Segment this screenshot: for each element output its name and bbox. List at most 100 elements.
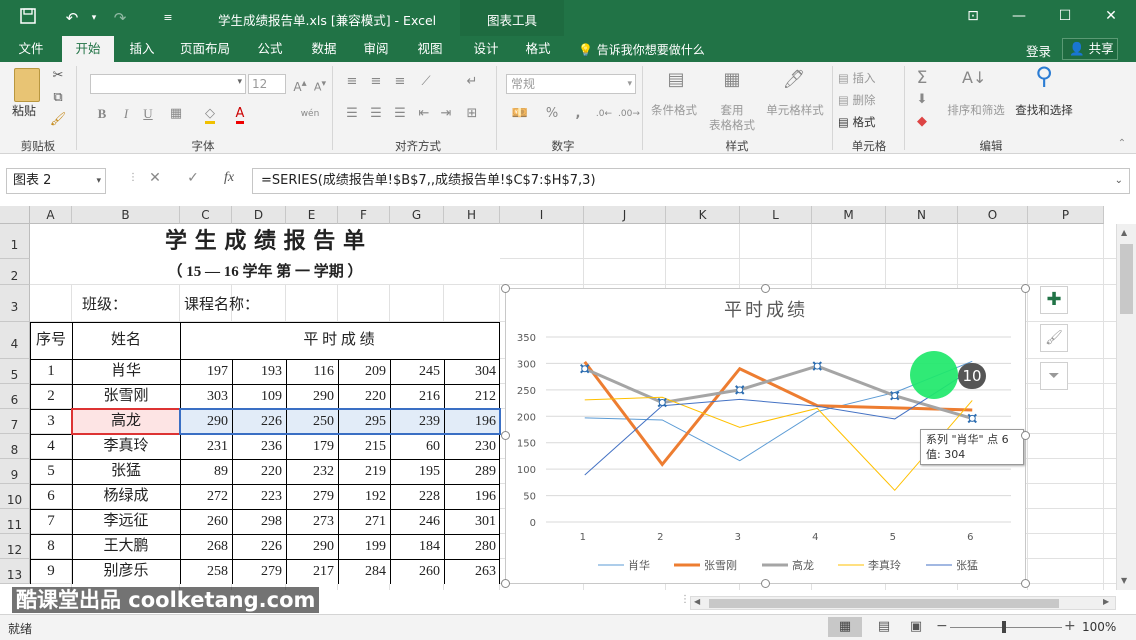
score-cell[interactable]: 223 (232, 484, 286, 509)
insert-function-icon[interactable]: fx (214, 170, 244, 186)
score-cell[interactable]: 236 (232, 434, 286, 459)
sheet-title[interactable]: 学 生 成 绩 报 告 单 (30, 224, 500, 259)
align-middle-icon[interactable]: ≡ (366, 72, 386, 92)
bold-icon[interactable]: B (92, 104, 112, 124)
align-center-icon[interactable]: ☰ (366, 104, 386, 124)
student-name[interactable]: 肖华 (72, 359, 180, 384)
student-name[interactable]: 李真玲 (72, 434, 180, 459)
ribbon-display-icon[interactable]: ⊡ (950, 0, 996, 32)
cut-icon[interactable]: ✂ (48, 66, 68, 86)
score-cell[interactable]: 193 (232, 359, 286, 384)
score-cell[interactable]: 290 (286, 534, 338, 559)
cell-styles-button[interactable]: 单元格样式 (762, 102, 828, 118)
score-cell[interactable]: 246 (390, 509, 444, 534)
fill-icon[interactable]: ⬇ (912, 90, 932, 110)
comma-icon[interactable]: , (568, 104, 588, 124)
student-name[interactable]: 李远征 (72, 509, 180, 534)
sheet-subtitle[interactable]: （ 15 — 16 学年 第 一 学期 ） (30, 259, 500, 285)
score-cell[interactable]: 195 (390, 459, 444, 484)
student-name[interactable]: 王大鹏 (72, 534, 180, 559)
column-header[interactable]: G (390, 206, 444, 224)
tab-data[interactable]: 数据 (302, 36, 346, 62)
align-bottom-icon[interactable]: ≡ (390, 72, 410, 92)
wrap-text-icon[interactable]: ↵ (462, 72, 482, 92)
font-size-dropdown[interactable]: 12 (248, 74, 286, 94)
row-number[interactable]: 1 (30, 359, 72, 384)
decrease-decimal-icon[interactable]: .00→ (618, 104, 640, 124)
score-cell[interactable]: 231 (180, 434, 232, 459)
row-header[interactable]: 3 (0, 285, 30, 322)
tab-review[interactable]: 审阅 (354, 36, 398, 62)
share-button[interactable]: 👤 共享 (1062, 38, 1118, 60)
score-cell[interactable]: 219 (338, 459, 390, 484)
conditional-format-button[interactable]: 条件格式 (646, 102, 702, 118)
undo-icon[interactable]: ↶ (62, 8, 82, 28)
paste-button-label[interactable]: 粘贴 (12, 102, 36, 119)
score-cell[interactable]: 232 (286, 459, 338, 484)
chart-resize-handle[interactable] (501, 284, 510, 293)
cancel-entry-icon[interactable]: ✕ (140, 170, 170, 186)
column-header[interactable]: K (666, 206, 740, 224)
tab-home[interactable]: 开始 (62, 36, 114, 62)
page-break-view-icon[interactable]: ▣ (904, 617, 928, 637)
score-cell[interactable]: 220 (232, 459, 286, 484)
format-as-table-label-1[interactable]: 套用 (706, 102, 758, 118)
tab-file[interactable]: 文件 (8, 36, 54, 62)
column-header[interactable]: A (30, 206, 72, 224)
sort-filter-button[interactable]: 排序和筛选 (944, 102, 1008, 118)
row-header[interactable]: 4 (0, 322, 30, 359)
row-header[interactable]: 10 (0, 484, 30, 509)
chart-resize-handle[interactable] (501, 431, 510, 440)
student-name[interactable]: 杨绿成 (72, 484, 180, 509)
tab-formulas[interactable]: 公式 (248, 36, 292, 62)
score-cell[interactable]: 289 (444, 459, 500, 484)
score-cell[interactable]: 209 (338, 359, 390, 384)
align-left-icon[interactable]: ☰ (342, 104, 362, 124)
header-scores[interactable]: 平 时 成 绩 (180, 322, 498, 359)
column-header[interactable]: H (444, 206, 500, 224)
percent-icon[interactable]: % (542, 104, 562, 124)
minimize-icon[interactable]: — (996, 0, 1042, 32)
redo-icon[interactable]: ↷ (110, 8, 130, 28)
column-header[interactable]: D (232, 206, 286, 224)
horizontal-scroll-thumb[interactable] (709, 599, 1059, 608)
zoom-level[interactable]: 100% (1082, 620, 1116, 634)
column-header[interactable]: N (886, 206, 958, 224)
score-cell[interactable]: 268 (180, 534, 232, 559)
underline-icon[interactable]: U (138, 104, 158, 124)
clear-icon[interactable]: ◆ (912, 112, 932, 132)
row-header[interactable]: 2 (0, 259, 30, 285)
row-number[interactable]: 3 (30, 409, 72, 434)
number-format-dropdown[interactable]: 常规 ▾ (506, 74, 636, 94)
row-header[interactable]: 6 (0, 384, 30, 409)
scroll-down-icon[interactable]: ▼ (1121, 576, 1127, 585)
student-name[interactable]: 张雪刚 (72, 384, 180, 409)
chart-resize-handle[interactable] (1021, 579, 1030, 588)
confirm-entry-icon[interactable]: ✓ (178, 170, 208, 186)
score-cell[interactable]: 116 (286, 359, 338, 384)
autosum-icon[interactable]: Σ (912, 68, 932, 88)
score-cell[interactable]: 271 (338, 509, 390, 534)
tab-page-layout[interactable]: 页面布局 (170, 36, 240, 62)
sort-filter-icon[interactable]: A↓ (962, 68, 986, 96)
format-painter-icon[interactable]: 🖌 (48, 110, 68, 130)
find-select-icon[interactable]: ⚲ (1030, 64, 1058, 96)
score-cell[interactable]: 60 (390, 434, 444, 459)
column-header[interactable]: B (72, 206, 180, 224)
score-cell[interactable]: 215 (338, 434, 390, 459)
score-cell[interactable]: 89 (180, 459, 232, 484)
row-header[interactable]: 13 (0, 559, 30, 584)
align-right-icon[interactable]: ☰ (390, 104, 410, 124)
chart-filters-button[interactable]: ⏷ (1040, 362, 1068, 390)
column-header[interactable]: C (180, 206, 232, 224)
expand-formula-icon[interactable]: ⌄ (1115, 169, 1123, 193)
score-cell[interactable]: 199 (338, 534, 390, 559)
row-number[interactable]: 6 (30, 484, 72, 509)
score-cell[interactable]: 228 (390, 484, 444, 509)
score-cell[interactable]: 279 (286, 484, 338, 509)
column-header[interactable]: J (584, 206, 666, 224)
score-cell[interactable]: 273 (286, 509, 338, 534)
delete-cells-button[interactable]: ▤ 删除 (838, 92, 898, 108)
increase-indent-icon[interactable]: ⇥ (436, 104, 456, 124)
score-cell[interactable]: 258 (180, 559, 232, 584)
